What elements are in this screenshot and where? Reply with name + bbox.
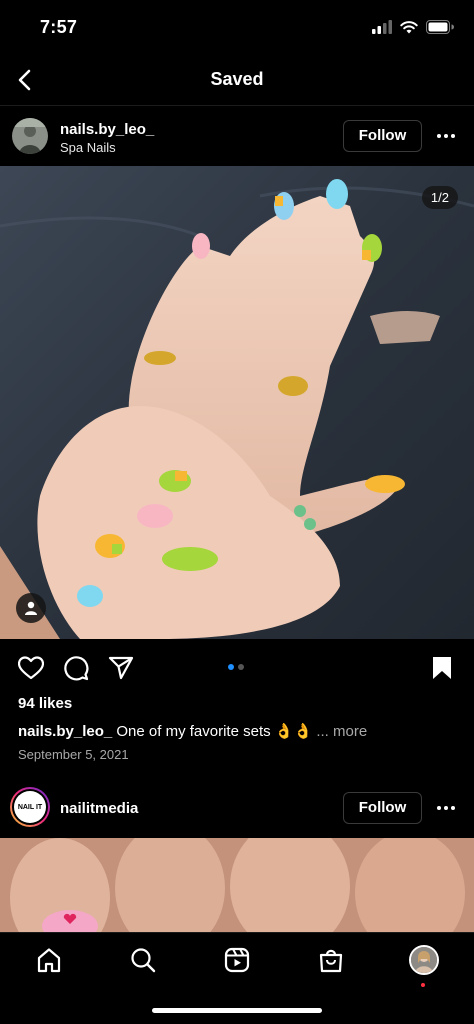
avatar[interactable] xyxy=(12,118,48,154)
page-title: Saved xyxy=(210,69,264,89)
nails-photo xyxy=(0,166,474,639)
tab-home[interactable] xyxy=(32,943,66,977)
follow-button[interactable]: Follow xyxy=(343,792,422,824)
profile-avatar xyxy=(409,945,439,975)
more-horizontal-icon xyxy=(437,134,455,138)
post-username[interactable]: nails.by_leo_ xyxy=(60,121,154,138)
home-indicator xyxy=(152,1008,322,1013)
save-button[interactable] xyxy=(427,653,457,683)
battery-icon xyxy=(426,20,454,34)
avatar-logo-text: NAIL IT xyxy=(17,803,43,811)
carousel-dot xyxy=(238,664,244,670)
post-image[interactable] xyxy=(0,838,474,932)
post-header: nails.by_leo_ Spa Nails Follow xyxy=(0,106,474,166)
tagged-people-button[interactable] xyxy=(16,593,46,623)
home-icon xyxy=(37,948,61,973)
post-actions xyxy=(0,647,474,689)
post-header: NAIL IT nailitmedia Follow xyxy=(0,778,474,838)
nav-bar: Saved xyxy=(0,56,474,106)
carousel-indicator xyxy=(228,664,244,670)
comment-icon xyxy=(64,656,89,681)
more-options-button[interactable] xyxy=(432,122,460,150)
cellular-signal-icon xyxy=(372,20,392,34)
more-horizontal-icon xyxy=(437,806,455,810)
more-options-button[interactable] xyxy=(432,794,460,822)
caption-username[interactable]: nails.by_leo_ xyxy=(18,723,112,740)
search-icon xyxy=(131,948,156,973)
post-image[interactable]: 1/2 xyxy=(0,166,474,639)
share-button[interactable] xyxy=(106,653,136,683)
status-time: 7:57 xyxy=(40,17,78,37)
post-username[interactable]: nailitmedia xyxy=(60,800,138,817)
like-button[interactable] xyxy=(16,653,46,683)
avatar[interactable]: NAIL IT xyxy=(10,787,50,827)
bookmark-filled-icon xyxy=(433,657,451,679)
notification-dot xyxy=(421,983,425,987)
tab-reels[interactable] xyxy=(220,943,254,977)
post-location[interactable]: Spa Nails xyxy=(60,140,116,155)
carousel-dot-active xyxy=(228,664,234,670)
wifi-icon xyxy=(400,21,418,34)
post-date: September 5, 2021 xyxy=(18,747,129,762)
caption-more-link[interactable]: ... more xyxy=(316,723,367,740)
follow-button[interactable]: Follow xyxy=(343,120,422,152)
hand-photo xyxy=(0,838,474,932)
person-icon xyxy=(25,601,37,615)
likes-count[interactable]: 94 likes xyxy=(18,695,72,712)
carousel-counter: 1/2 xyxy=(421,186,458,209)
caption-text: One of my favorite sets 👌👌 xyxy=(112,723,313,740)
paper-plane-icon xyxy=(108,656,134,680)
heart-icon xyxy=(18,656,44,680)
tab-search[interactable] xyxy=(126,943,160,977)
reels-icon xyxy=(224,947,250,973)
comment-button[interactable] xyxy=(61,653,91,683)
status-bar: 7:57 xyxy=(0,0,474,56)
status-icons xyxy=(372,20,454,34)
tab-shop[interactable] xyxy=(314,943,348,977)
shop-icon xyxy=(319,949,343,973)
tab-profile[interactable] xyxy=(407,943,441,977)
post-caption[interactable]: nails.by_leo_ One of my favorite sets 👌👌… xyxy=(18,722,367,740)
